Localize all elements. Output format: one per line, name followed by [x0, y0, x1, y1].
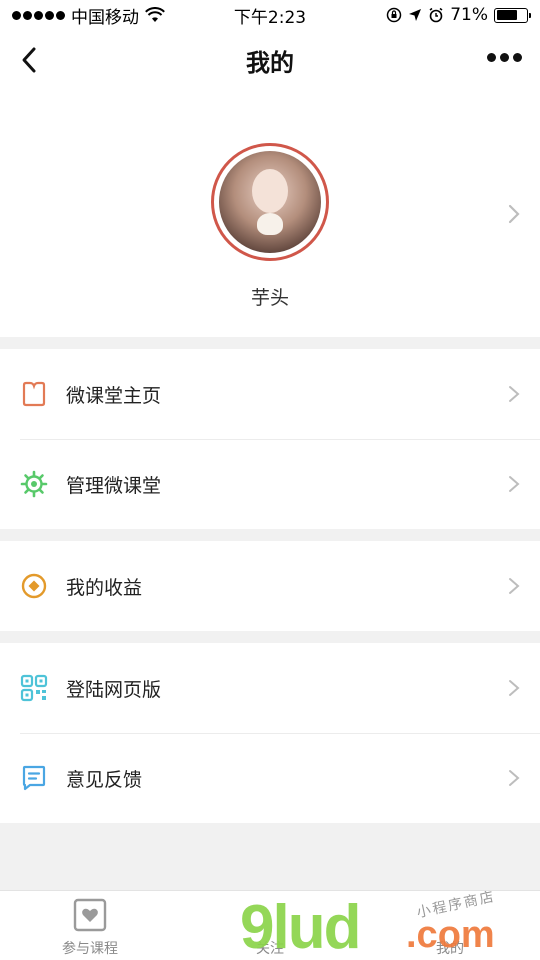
battery-percent: 71% — [450, 5, 488, 25]
wifi-icon — [145, 7, 165, 22]
profile-card[interactable]: 芋头 — [0, 90, 540, 337]
menu-group-1: 微课堂主页 管理微课堂 — [0, 349, 540, 529]
menu-item-label: 微课堂主页 — [66, 384, 162, 407]
tab-label: 我的 — [436, 941, 464, 957]
menu-item-label: 管理微课堂 — [66, 474, 162, 497]
follow-icon — [253, 898, 287, 932]
bookmark-icon — [20, 380, 48, 408]
alarm-icon — [429, 7, 443, 23]
signal-strength-icon — [12, 10, 65, 20]
chevron-right-icon — [509, 578, 520, 594]
chevron-right-icon — [509, 476, 520, 492]
gear-icon — [20, 470, 48, 498]
menu-item-web-login[interactable]: 登陆网页版 — [0, 643, 540, 733]
nav-bar: 我的 — [0, 30, 540, 90]
feedback-icon — [20, 764, 48, 792]
chevron-right-icon — [509, 680, 520, 696]
status-time: 下午2:23 — [233, 7, 307, 28]
menu-group-2: 我的收益 — [0, 541, 540, 631]
carrier-label: 中国移动 — [71, 7, 139, 28]
tab-label: 参与课程 — [62, 941, 118, 957]
tab-bar: 参与课程 关注 我的 — [0, 890, 540, 960]
avatar[interactable] — [219, 151, 321, 253]
more-dots-icon — [487, 53, 496, 62]
profile-icon — [433, 898, 467, 932]
more-button[interactable] — [487, 53, 522, 62]
chevron-right-icon — [508, 204, 520, 224]
profile-name: 芋头 — [250, 287, 289, 309]
qrcode-icon — [20, 674, 48, 702]
battery-icon — [494, 7, 531, 23]
menu-item-label: 我的收益 — [66, 576, 143, 599]
menu-item-manage[interactable]: 管理微课堂 — [0, 439, 540, 529]
status-bar: 中国移动 下午2:23 71% — [0, 0, 540, 30]
chevron-right-icon — [509, 386, 520, 402]
coin-icon — [20, 572, 48, 600]
menu-item-feedback[interactable]: 意见反馈 — [0, 733, 540, 823]
tab-label: 关注 — [256, 941, 284, 957]
avatar-ring — [211, 143, 329, 261]
location-icon — [409, 9, 422, 21]
tab-courses[interactable]: 参与课程 — [0, 891, 180, 960]
menu-group-3: 登陆网页版 意见反馈 — [0, 643, 540, 823]
tab-mine[interactable]: 我的 — [360, 891, 540, 960]
back-button[interactable] — [14, 44, 46, 76]
page-title: 我的 — [246, 48, 294, 77]
orientation-lock-icon — [386, 7, 402, 23]
chevron-right-icon — [509, 770, 520, 786]
menu-item-earnings[interactable]: 我的收益 — [0, 541, 540, 631]
menu-item-homepage[interactable]: 微课堂主页 — [0, 349, 540, 439]
tab-follow[interactable]: 关注 — [180, 891, 360, 960]
heart-box-icon — [73, 898, 107, 932]
menu-item-label: 登陆网页版 — [66, 678, 162, 701]
menu-item-label: 意见反馈 — [66, 768, 143, 791]
